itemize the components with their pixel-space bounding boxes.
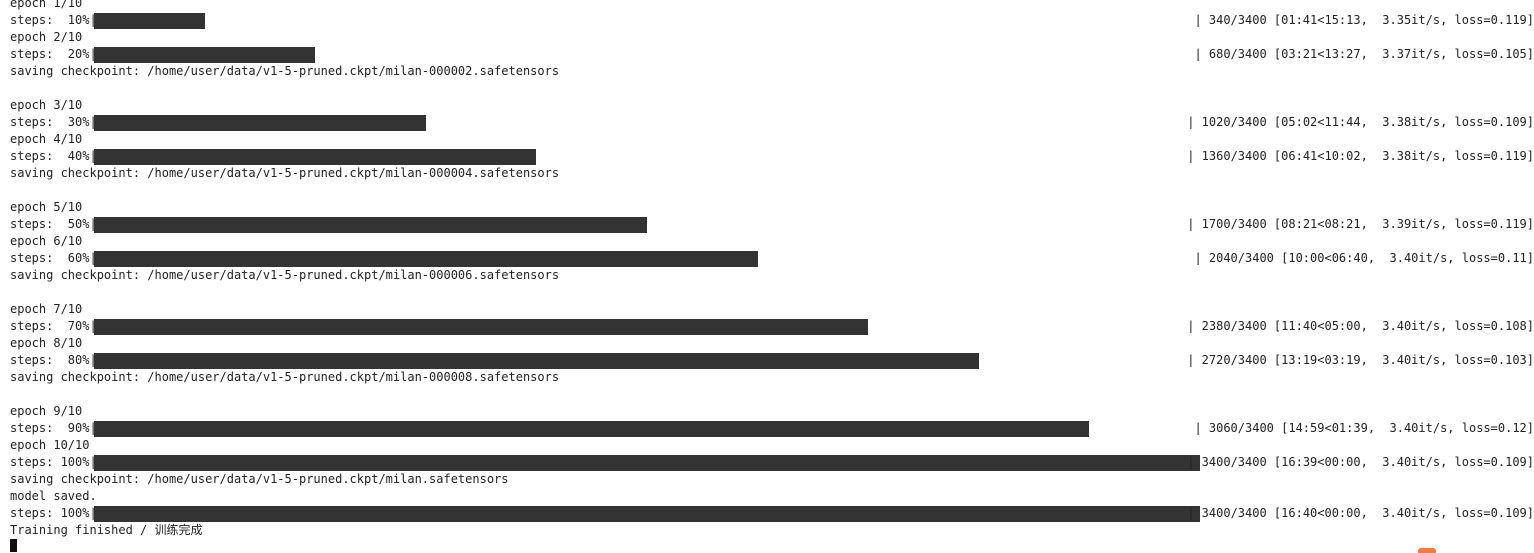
progress-label: steps: 50%| (10, 217, 97, 231)
progress-stats: | 3060/3400 [14:59<01:39, 3.40it/s, loss… (1194, 421, 1534, 435)
log-line: epoch 2/10 (10, 30, 83, 44)
log-line: saving checkpoint: /home/user/data/v1-5-… (10, 166, 560, 180)
progress-label: steps: 100%| (10, 506, 97, 520)
progress-label: steps: 20%| (10, 47, 97, 61)
log-line: epoch 3/10 (10, 98, 83, 112)
progress-label: steps: 80%| (10, 353, 97, 367)
progress-stats: | 1020/3400 [05:02<11:44, 3.38it/s, loss… (1187, 115, 1534, 129)
log-line: epoch 5/10 (10, 200, 83, 214)
progress-bar-fill (94, 421, 1089, 437)
progress-bar-fill (94, 217, 647, 233)
progress-bar-fill (94, 455, 1200, 471)
log-line: epoch 10/10 (10, 438, 90, 452)
terminal-cursor[interactable] (10, 539, 17, 552)
log-line: epoch 9/10 (10, 404, 83, 418)
progress-stats: | 680/3400 [03:21<13:27, 3.37it/s, loss=… (1194, 47, 1534, 61)
progress-stats: | 3400/3400 [16:39<00:00, 3.40it/s, loss… (1187, 455, 1534, 469)
log-line: Training finished / 训练完成 (10, 523, 203, 537)
progress-label: steps: 90%| (10, 421, 97, 435)
log-line: model saved. (10, 489, 97, 503)
progress-bar-fill (94, 353, 979, 369)
progress-stats: | 1700/3400 [08:21<08:21, 3.39it/s, loss… (1187, 217, 1534, 231)
log-line: epoch 4/10 (10, 132, 83, 146)
progress-label: steps: 40%| (10, 149, 97, 163)
log-line: saving checkpoint: /home/user/data/v1-5-… (10, 268, 560, 282)
log-line: epoch 6/10 (10, 234, 83, 248)
log-line: saving checkpoint: /home/user/data/v1-5-… (10, 472, 509, 486)
progress-stats: | 340/3400 [01:41<15:13, 3.35it/s, loss=… (1194, 13, 1534, 27)
progress-bar-fill (94, 115, 426, 131)
log-line: saving checkpoint: /home/user/data/v1-5-… (10, 64, 560, 78)
progress-bar-fill (94, 251, 758, 267)
progress-stats: | 3400/3400 [16:40<00:00, 3.40it/s, loss… (1187, 506, 1534, 520)
corner-decoration (1418, 548, 1436, 553)
progress-label: steps: 10%| (10, 13, 97, 27)
progress-bar-fill (94, 506, 1200, 522)
progress-label: steps: 70%| (10, 319, 97, 333)
progress-bar-fill (94, 319, 868, 335)
progress-bar-fill (94, 47, 315, 63)
progress-stats: | 2380/3400 [11:40<05:00, 3.40it/s, loss… (1187, 319, 1534, 333)
progress-label: steps: 30%| (10, 115, 97, 129)
progress-label: steps: 100%| (10, 455, 97, 469)
log-line: epoch 8/10 (10, 336, 83, 350)
log-line: epoch 1/10 (10, 0, 83, 10)
progress-stats: | 2720/3400 [13:19<03:19, 3.40it/s, loss… (1187, 353, 1534, 367)
progress-stats: | 2040/3400 [10:00<06:40, 3.40it/s, loss… (1194, 251, 1534, 265)
progress-label: steps: 60%| (10, 251, 97, 265)
progress-bar-fill (94, 149, 536, 165)
terminal-output: epoch 1/10 steps: 10%| | 340/3400 [01:41<1… (0, 0, 1534, 553)
progress-stats: | 1360/3400 [06:41<10:02, 3.38it/s, loss… (1187, 149, 1534, 163)
log-line: saving checkpoint: /home/user/data/v1-5-… (10, 370, 560, 384)
log-line: epoch 7/10 (10, 302, 83, 316)
progress-bar-fill (94, 13, 205, 29)
